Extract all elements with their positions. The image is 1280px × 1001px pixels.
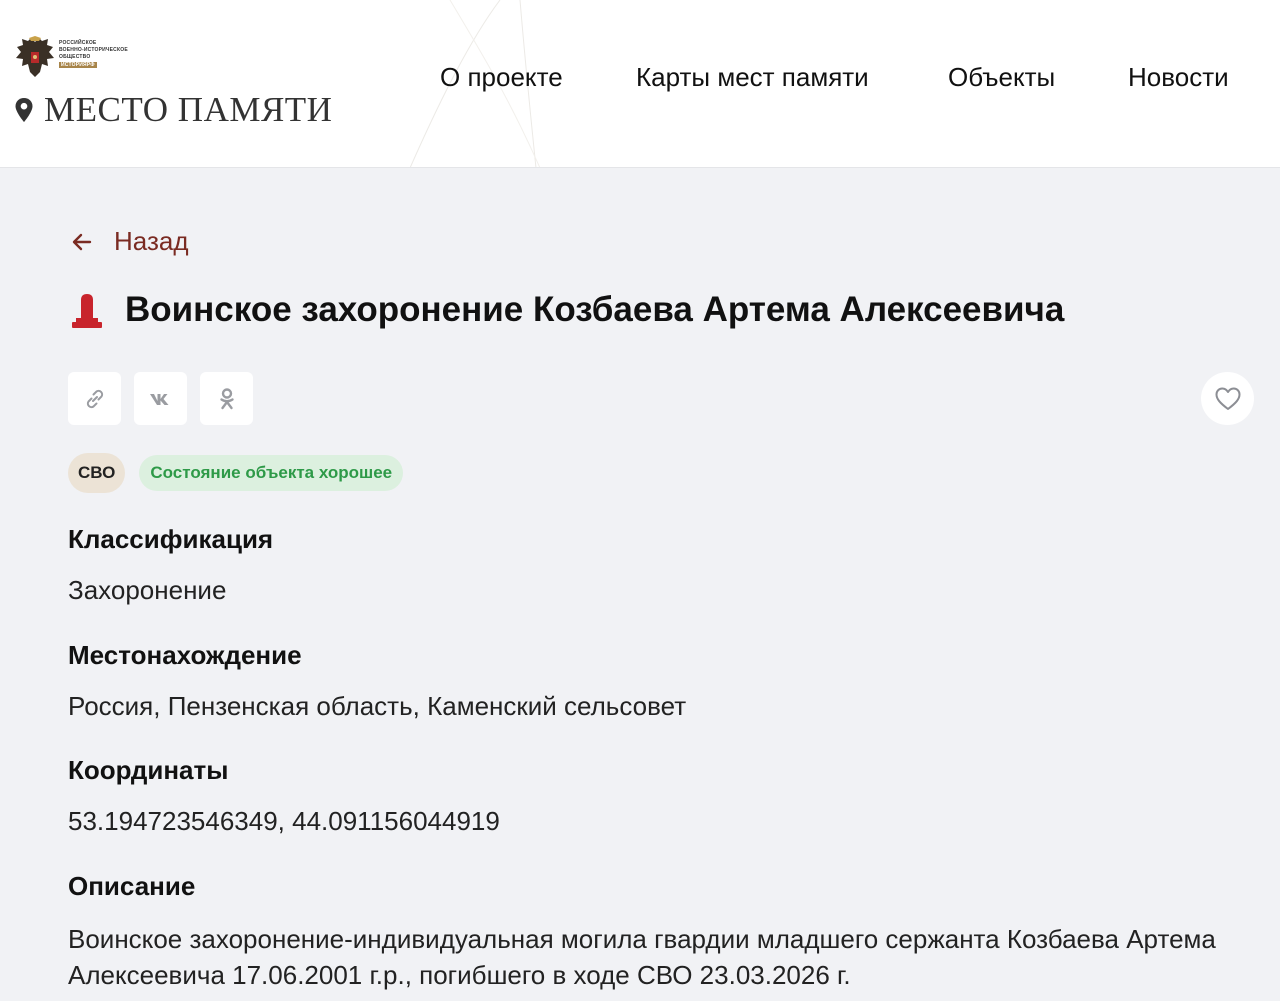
description-label: Описание	[68, 871, 196, 901]
odnoklassniki-icon	[219, 387, 234, 409]
nav-item-memory-maps[interactable]: Карты мест памяти	[636, 62, 869, 93]
description-text: Воинское захоронение-индивидуальная моги…	[68, 924, 1216, 990]
logo-caption-line: Российское	[59, 40, 97, 46]
object-tags: СВО Состояние объекта хорошее	[68, 453, 404, 493]
back-label: Назад	[114, 226, 189, 256]
nav-item-objects[interactable]: Объекты	[948, 62, 1055, 93]
favorite-button[interactable]	[1201, 372, 1254, 425]
back-link[interactable]: Назад	[72, 226, 189, 257]
classification-label: Классификация	[68, 524, 274, 554]
link-icon	[86, 389, 103, 408]
nav-item-news[interactable]: Новости	[1128, 62, 1229, 93]
nav-item-about[interactable]: О проекте	[440, 62, 563, 93]
page-title: Воинское захоронение Козбаева Артема Але…	[125, 290, 1065, 329]
grave-monument-icon	[72, 294, 102, 328]
logo-caption-line: военно-историческое	[59, 47, 128, 53]
status-badge: Состояние объекта хорошее	[139, 455, 404, 491]
classification-value: Захоронение	[68, 575, 227, 605]
main-nav: О проекте Карты мест памяти Объекты Ново…	[0, 62, 1280, 98]
object-header: Воинское захоронение Козбаева Артема Але…	[68, 290, 1064, 330]
site-header: Российское военно-историческое общество …	[0, 0, 1280, 168]
share-ok-button[interactable]	[200, 372, 253, 425]
copy-link-button[interactable]	[68, 372, 121, 425]
share-vk-button[interactable]	[134, 372, 187, 425]
location-label: Местонахождение	[68, 640, 302, 670]
map-pin-icon	[15, 98, 33, 122]
logo-caption-line: общество	[59, 54, 91, 60]
coordinates-label: Координаты	[68, 755, 229, 785]
arrow-left-icon	[72, 233, 92, 250]
location-value: Россия, Пензенская область, Каменский се…	[68, 691, 687, 721]
vk-icon	[149, 393, 168, 405]
heart-icon	[1215, 387, 1240, 410]
share-buttons	[68, 372, 266, 425]
coordinates-value: 53.194723546349, 44.091156044919	[68, 806, 500, 836]
category-badge: СВО	[68, 453, 126, 493]
